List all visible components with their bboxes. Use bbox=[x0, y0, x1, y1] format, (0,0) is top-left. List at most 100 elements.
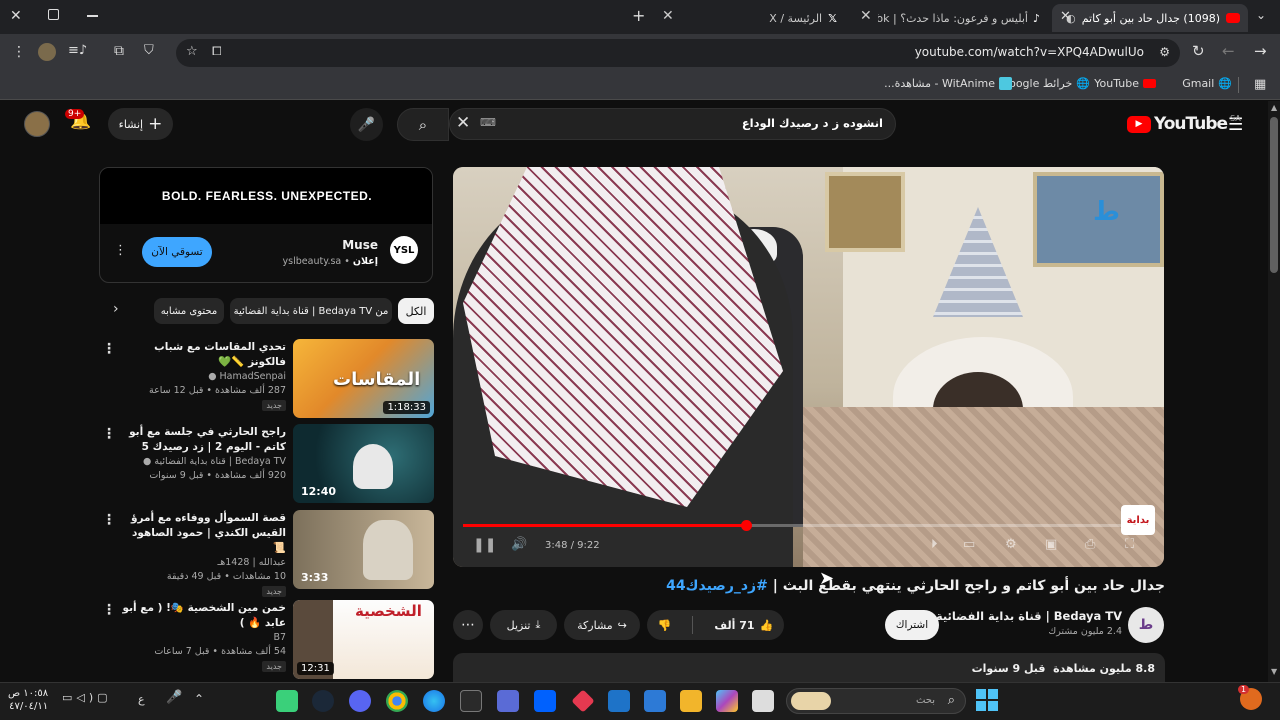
miniplayer-icon[interactable]: ▣ bbox=[1045, 537, 1057, 552]
tab-x[interactable]: 𝕏 الرئيسة / X bbox=[700, 4, 845, 32]
bookmark-star-icon[interactable]: ☆ bbox=[186, 44, 198, 59]
search-input[interactable]: ✕ ⌨ انشوده ز د رصيدك الوداع bbox=[449, 108, 896, 140]
all-bookmarks-icon[interactable]: ▦ bbox=[1254, 77, 1266, 92]
channel-avatar[interactable]: ط bbox=[1128, 607, 1164, 643]
video-hashtag-link[interactable]: #زد_رصيدك44 bbox=[666, 578, 768, 594]
youtube-logo[interactable]: ▶ YouTube SA bbox=[1127, 114, 1241, 134]
video-player[interactable]: بداية ط ❚❚ 🔊 3:48 / 9:22 ⏵ ▭ ⚙ ▣ ⎙ ⛶ bbox=[453, 167, 1164, 567]
download-button[interactable]: ⤓ تنزيل bbox=[490, 610, 557, 640]
browser-menu-icon[interactable]: ⋮ bbox=[12, 44, 26, 60]
related-channel[interactable]: B7 bbox=[116, 631, 286, 645]
more-actions-icon[interactable]: ⋯ bbox=[453, 610, 483, 640]
new-tab-icon[interactable]: + bbox=[632, 6, 645, 25]
tab-search-chevron-icon[interactable]: ⌄ bbox=[1256, 8, 1266, 22]
restore-window-icon[interactable] bbox=[48, 9, 59, 20]
close-window-icon[interactable]: ✕ bbox=[10, 8, 22, 24]
site-settings-icon[interactable]: ⚙ bbox=[1159, 45, 1170, 59]
channel-name[interactable]: Bedaya TV | قناة بداية الفضائية bbox=[936, 609, 1122, 623]
reload-icon[interactable]: ↻ bbox=[1192, 42, 1205, 60]
taskbar-search[interactable]: ⌕ بحث bbox=[786, 688, 966, 714]
bookmark-witanime[interactable]: WitAnime - مشاهدة... bbox=[884, 77, 1012, 90]
bookmark-google-maps[interactable]: 🌐 خرائط Google bbox=[1001, 77, 1090, 90]
edge-icon[interactable] bbox=[423, 690, 445, 712]
chip-related[interactable]: محتوى مشابه bbox=[154, 298, 224, 324]
notifications-button[interactable]: 🔔 9+ bbox=[65, 109, 91, 131]
close-tab-icon[interactable]: ✕ bbox=[662, 8, 674, 24]
subtitles-icon[interactable]: ▭ bbox=[963, 537, 975, 552]
related-channel[interactable]: عبدالله | 1428هـ bbox=[116, 556, 286, 570]
more-actions-icon[interactable]: ⋮ bbox=[102, 512, 116, 528]
back-arrow-icon[interactable]: ← bbox=[1222, 42, 1235, 60]
search-icon[interactable]: ⌕ bbox=[397, 108, 449, 141]
system-tray-icons[interactable]: ▭◁)▢ bbox=[62, 691, 112, 704]
chip-from-channel[interactable]: من Bedaya TV | قناة بداية الفضائية bbox=[230, 298, 392, 324]
close-tab-icon[interactable]: ✕ bbox=[860, 8, 872, 24]
scrollbar-thumb[interactable] bbox=[1270, 117, 1278, 273]
profile-avatar[interactable] bbox=[38, 43, 56, 61]
tab-tiktok[interactable]: ♪ أبليس و فرعون: ماذا حدث؟ | TikTok bbox=[878, 4, 1046, 32]
tray-overflow-icon[interactable]: ⌃ bbox=[194, 692, 204, 706]
autoplay-toggle-icon[interactable]: ⏵ bbox=[931, 537, 938, 552]
volume-icon[interactable]: 🔊 bbox=[511, 537, 527, 552]
create-button[interactable]: + إنشاء bbox=[108, 108, 173, 140]
android-app-icon[interactable] bbox=[276, 690, 298, 712]
discord-icon[interactable] bbox=[349, 690, 371, 712]
video-thumbnail[interactable]: المقاسات 1:18:33 bbox=[293, 339, 434, 418]
copilot-icon[interactable] bbox=[716, 690, 738, 712]
keyboard-icon[interactable]: ⌨ bbox=[480, 116, 496, 129]
bookmark-youtube[interactable]: YouTube bbox=[1094, 77, 1156, 90]
scroll-up-icon[interactable]: ▲ bbox=[1271, 103, 1277, 112]
outlook-icon[interactable] bbox=[608, 690, 630, 712]
microsoft-store-icon[interactable] bbox=[644, 690, 666, 712]
media-controls-icon[interactable]: ≡♪ bbox=[68, 43, 87, 58]
related-title[interactable]: تحدي المقاسات مع شباب فالكونز 📏💚 bbox=[116, 340, 286, 370]
chip-all[interactable]: الكل bbox=[398, 298, 434, 324]
ad-menu-icon[interactable]: ⋮ bbox=[114, 243, 127, 258]
progress-scrubber[interactable] bbox=[740, 520, 752, 531]
steam-icon[interactable] bbox=[312, 690, 334, 712]
bookmark-gmail[interactable]: 🌐 Gmail bbox=[1182, 77, 1232, 90]
video-thumbnail[interactable]: الشخصية 12:31 bbox=[293, 600, 434, 679]
minimize-window-icon[interactable] bbox=[87, 15, 98, 17]
url-text[interactable]: youtube.com/watch?v=XPQ4ADwulUo bbox=[915, 45, 1144, 59]
voice-search-icon[interactable]: 🎤 bbox=[350, 108, 383, 141]
subscribe-button[interactable]: اشتراك bbox=[885, 610, 939, 640]
dropbox-icon[interactable] bbox=[534, 690, 556, 712]
clear-search-icon[interactable]: ✕ bbox=[456, 113, 470, 133]
share-button[interactable]: ↪ مشاركة bbox=[564, 610, 640, 640]
description-box[interactable]: 8.8 مليون مشاهدة قبل 9 سنوات bbox=[453, 653, 1165, 683]
shield-icon[interactable]: ⛉ bbox=[144, 43, 154, 58]
page-scrollbar[interactable]: ▲ ▼ bbox=[1268, 101, 1280, 682]
taskbar-clock[interactable]: ١٠:٥٨ ص ٤٧/٠٤/١١ bbox=[8, 687, 48, 713]
related-title[interactable]: قصة السموأل ووفاءه مع أمرؤ القيس الكندي … bbox=[116, 511, 286, 556]
video-thumbnail[interactable]: 12:40 bbox=[293, 424, 434, 503]
more-actions-icon[interactable]: ⋮ bbox=[102, 602, 116, 618]
progress-track[interactable] bbox=[463, 520, 1153, 531]
related-channel[interactable]: Bedaya TV | قناة بداية الفضائية bbox=[154, 456, 286, 467]
teams-icon[interactable] bbox=[497, 690, 519, 712]
input-language[interactable]: ع bbox=[138, 693, 145, 706]
dislike-button-icon[interactable]: 👎 bbox=[658, 619, 682, 632]
chrome-icon[interactable] bbox=[386, 690, 408, 712]
shop-now-button[interactable]: تسوقي الآن bbox=[142, 237, 212, 267]
chips-next-icon[interactable]: › bbox=[113, 301, 119, 317]
account-avatar[interactable] bbox=[24, 111, 50, 137]
epic-games-icon[interactable] bbox=[460, 690, 482, 712]
extensions-icon[interactable]: ⧉ bbox=[114, 43, 124, 59]
install-app-icon[interactable]: ⧠ bbox=[212, 44, 222, 59]
close-tab-icon[interactable]: ✕ bbox=[1060, 9, 1071, 24]
fullscreen-icon[interactable]: ⛶ bbox=[1125, 537, 1134, 552]
file-explorer-icon[interactable] bbox=[680, 690, 702, 712]
video-thumbnail[interactable]: 3:33 bbox=[293, 510, 434, 589]
task-view-icon[interactable] bbox=[752, 690, 774, 712]
related-title[interactable]: راجح الحارثي في جلسة مع أبو كاتم - اليوم… bbox=[116, 425, 286, 455]
search-text[interactable]: انشوده ز د رصيدك الوداع bbox=[742, 116, 883, 130]
sponsored-ad[interactable]: BOLD. FEARLESS. UNEXPECTED. YSL Muse إعل… bbox=[99, 167, 433, 283]
settings-gear-icon[interactable]: ⚙ bbox=[1005, 537, 1017, 552]
scroll-down-icon[interactable]: ▼ bbox=[1271, 667, 1277, 676]
tab-youtube-active[interactable]: (1098) جدال حاد بين أبو كاتم ◐ ✕ bbox=[1052, 4, 1248, 32]
forward-arrow-icon[interactable]: → bbox=[1254, 42, 1267, 60]
more-actions-icon[interactable]: ⋮ bbox=[102, 426, 116, 442]
related-channel[interactable]: HamadSenpai bbox=[220, 371, 286, 382]
pause-icon[interactable]: ❚❚ bbox=[473, 537, 496, 553]
